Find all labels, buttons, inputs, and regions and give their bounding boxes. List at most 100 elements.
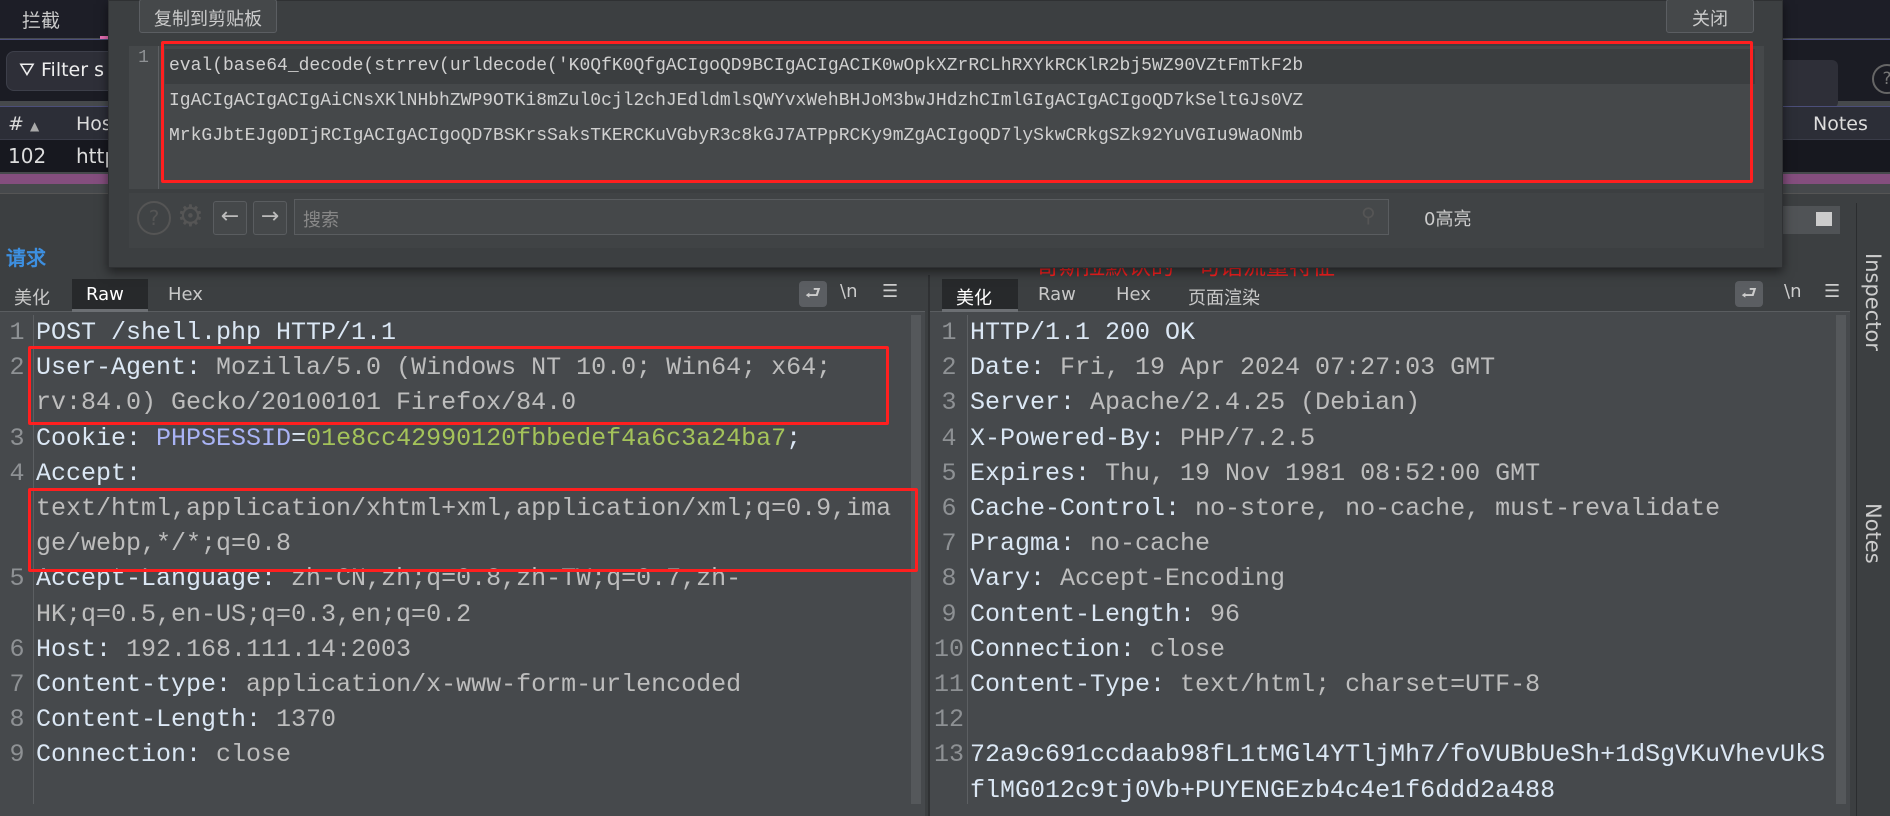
layout-toggle[interactable] [1780,206,1840,234]
line-text: Vary: Accept-Encoding [968,561,1838,596]
line-gutter: 1 [129,46,159,189]
filter-label: Filter s [41,59,104,81]
notes-tab[interactable]: Notes [1861,503,1885,564]
cookie-value: 01e8cc42990120fbbedef4a6c3a24ba7 [306,423,787,453]
newline-toggle[interactable]: \n [840,281,857,307]
header-name: POST /shell.php HTTP/1.1 [36,318,397,347]
search-input[interactable]: 搜索 [294,199,1389,235]
response-tab-pretty[interactable]: 美化 [942,279,1018,312]
word-wrap-icon[interactable]: ⮐ [1735,281,1763,307]
code-line: 7 Pragma: no-cache [930,526,1850,561]
header-name: Accept: [36,458,142,488]
copy-to-clipboard-button[interactable]: 复制到剪贴板 [139,0,277,33]
header-name: Host: [36,634,112,664]
line-text: Content-Type: text/html; charset=UTF-8 [968,667,1838,702]
line-text: Content-Length: 1370 [34,702,904,737]
filter-settings-button[interactable]: ⛛ Filter s [6,51,116,91]
tab-intercept[interactable]: 拦截 [22,6,60,33]
response-tab-hex[interactable]: Hex [1102,279,1165,312]
header-value: close [201,740,292,770]
close-button[interactable]: 关闭 [1666,0,1754,33]
header-name: Content-Length: [36,705,262,735]
header-name: Cookie: [36,423,157,453]
line-text: 72a9c691ccdaab98fL1tMGl4YTljMh7/foVUBbUe… [968,737,1838,807]
code-line: 6 Cache-Control: no-store, no-cache, must… [930,491,1850,526]
line-text: Cookie: PHPSESSID=01e8cc42990120fbbedef4… [34,421,904,456]
code-line: 1 HTTP/1.1 200 OK [930,315,1850,350]
cookie-name: PHPSESSID [156,423,292,453]
header-value: 1370 [261,705,337,735]
request-tab-raw[interactable]: Raw [72,279,148,312]
response-tab-render[interactable]: 页面渲染 [1174,279,1274,312]
inspector-tab[interactable]: Inspector [1861,253,1885,351]
header-name: Date: [970,353,1046,383]
menu-icon[interactable]: ☰ [882,281,898,307]
header-value: Apache/2.4.25 (Debian) [1075,388,1421,418]
code-line: 5 Expires: Thu, 19 Nov 1981 08:52:00 GMT [930,456,1850,491]
gear-icon[interactable]: ⚙ [177,199,204,234]
code-line: 7 Content-type: application/x-www-form-ur… [0,667,925,702]
search-toolbar: ? ⚙ ← → 搜索 ⚲ 0高亮 [129,193,1764,248]
header-name: Vary: [970,564,1046,594]
right-sidebar: Inspector Notes [1856,203,1890,816]
newline-toggle[interactable]: \n [1784,281,1801,307]
code-line: 1 POST /shell.php HTTP/1.1 [0,315,925,350]
code-line: 12 [930,702,1850,737]
line-text: Content-Length: 96 [968,597,1838,632]
header-value: application/x-www-form-urlencoded [231,670,742,700]
header-name: Connection: [36,740,202,770]
header-value: 192.168.111.14:2003 [111,634,412,664]
line-text: Connection: close [968,632,1838,667]
header-value: Thu, 19 Nov 1981 08:52:00 GMT [1090,458,1541,488]
line-text: Host: 192.168.111.14:2003 [34,632,904,667]
column-notes[interactable]: Notes [1813,113,1868,135]
code-line: 8 Vary: Accept-Encoding [930,561,1850,596]
search-icon: ⚲ [1361,203,1376,227]
previous-arrow-icon[interactable]: ← [213,201,247,235]
header-value: no-cache [1075,529,1211,559]
word-wrap-icon[interactable]: ⮐ [799,281,827,307]
search-field[interactable] [1783,60,1838,108]
row-num: 102 [8,144,47,168]
line-text: X-Powered-By: PHP/7.2.5 [968,421,1838,456]
header-value: PHP/7.2.5 [1165,423,1316,453]
cookie-semicolon: ; [786,423,802,453]
header-value: 96 [1195,599,1241,629]
code-line: 13 72a9c691ccdaab98fL1tMGl4YTljMh7/foVUBb… [930,737,1850,807]
line-text: Content-type: application/x-www-form-url… [34,667,904,702]
column-num-label: # [8,113,24,135]
response-body[interactable]: 1 HTTP/1.1 200 OK 2 Date: Fri, 19 Apr 2024 … [930,315,1850,807]
response-tab-raw[interactable]: Raw [1024,279,1090,312]
header-name: Pragma: [970,529,1076,559]
line-text [968,702,1838,737]
next-arrow-icon[interactable]: → [253,201,287,235]
help-icon[interactable]: ? [137,201,171,235]
decoder-dialog: 复制到剪贴板 关闭 1 eval(base64_decode(strrev(ur… [108,0,1783,268]
header-name: Content-Length: [970,599,1196,629]
highlight-box-accept [28,488,918,572]
single-pane-icon [1816,212,1832,226]
request-tab-pretty[interactable]: 美化 [0,279,64,312]
line-text: Server: Apache/2.4.25 (Debian) [968,385,1838,420]
response-scrollbar[interactable] [1836,315,1846,804]
code-line: 6 Host: 192.168.111.14:2003 [0,632,925,667]
header-value: close [1135,634,1226,664]
code-line: 9 Content-Length: 96 [930,597,1850,632]
line-text: HTTP/1.1 200 OK [968,315,1838,350]
response-panel: 美化 Raw Hex 页面渲染 ⮐ \n ☰ 1 HTTP/1.1 200 OK 2… [928,275,1850,816]
cookie-equals: = [291,423,307,453]
highlight-count: 0高亮 [1424,209,1472,230]
header-value: 72a9c691ccdaab98fL1tMGl4YTljMh7/foVUBbUe… [970,740,1826,805]
menu-icon[interactable]: ☰ [1824,281,1840,307]
header-value: Accept-Encoding [1045,564,1286,594]
line-text: Pragma: no-cache [968,526,1838,561]
code-line: 3 Server: Apache/2.4.25 (Debian) [930,385,1850,420]
line-text: Expires: Thu, 19 Nov 1981 08:52:00 GMT [968,456,1838,491]
line-text: Connection: close [34,737,904,772]
code-line: 10 Connection: close [930,632,1850,667]
code-line: 4 X-Powered-By: PHP/7.2.5 [930,421,1850,456]
column-num[interactable]: # ▲ [8,113,39,135]
header-name: Content-Type: [970,670,1166,700]
highlight-box-payload [161,41,1753,183]
request-tab-hex[interactable]: Hex [154,279,217,312]
